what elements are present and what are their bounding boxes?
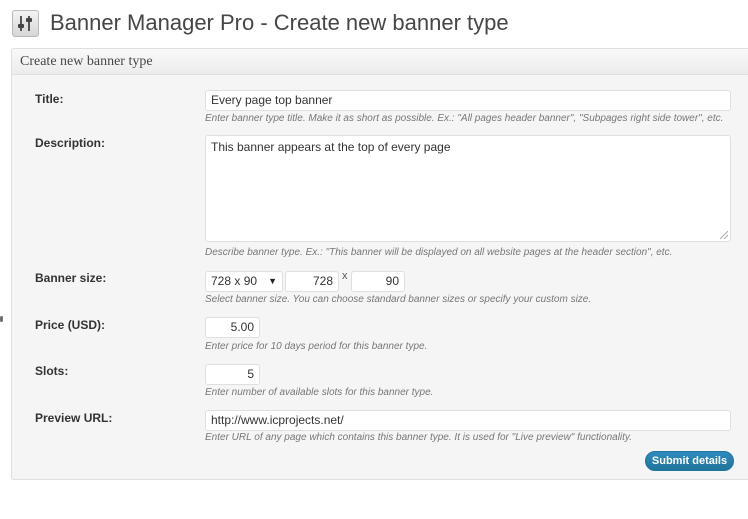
preview-url-input[interactable]: http://www.icprojects.net/	[205, 410, 731, 431]
description-textarea[interactable]: This banner appears at the top of every …	[205, 135, 731, 242]
description-hint: Describe banner type. Ex.: "This banner …	[205, 247, 673, 258]
banner-size-label: Banner size:	[35, 271, 107, 285]
slots-label: Slots:	[35, 364, 69, 378]
banner-size-hint: Select banner size. You can choose stand…	[205, 294, 592, 305]
edge-marker	[0, 316, 3, 322]
slots-hint: Enter number of available slots for this…	[205, 387, 434, 398]
preview-url-hint: Enter URL of any page which contains thi…	[205, 432, 632, 443]
title-hint: Enter banner type title. Make it as shor…	[205, 113, 724, 124]
submit-details-button[interactable]: Submit details	[645, 451, 734, 471]
size-separator: x	[342, 270, 348, 282]
description-label: Description:	[35, 136, 106, 150]
banner-size-selected: 728 x 90	[211, 274, 258, 288]
banner-width-input[interactable]: 728	[285, 271, 339, 292]
title-input[interactable]: Every page top banner	[205, 90, 731, 111]
banner-size-select[interactable]: 728 x 90 ▼	[205, 271, 283, 292]
price-input[interactable]: 5.00	[205, 317, 260, 338]
price-label: Price (USD):	[35, 318, 106, 332]
preview-url-label: Preview URL:	[35, 411, 113, 425]
page-header: Banner Manager Pro - Create new banner t…	[12, 8, 509, 38]
description-text: This banner appears at the top of every …	[211, 140, 451, 154]
price-hint: Enter price for 10 days period for this …	[205, 341, 428, 352]
page-title: Banner Manager Pro - Create new banner t…	[50, 10, 509, 35]
sliders-icon	[12, 9, 39, 37]
chevron-down-icon: ▼	[268, 276, 277, 286]
panel-title: Create new banner type	[12, 49, 748, 75]
banner-height-input[interactable]: 90	[351, 271, 405, 292]
resize-handle-icon[interactable]	[720, 231, 728, 239]
slots-input[interactable]: 5	[205, 364, 260, 385]
title-label: Title:	[35, 92, 64, 106]
create-banner-type-panel: Create new banner type Title: Every page…	[11, 48, 748, 480]
